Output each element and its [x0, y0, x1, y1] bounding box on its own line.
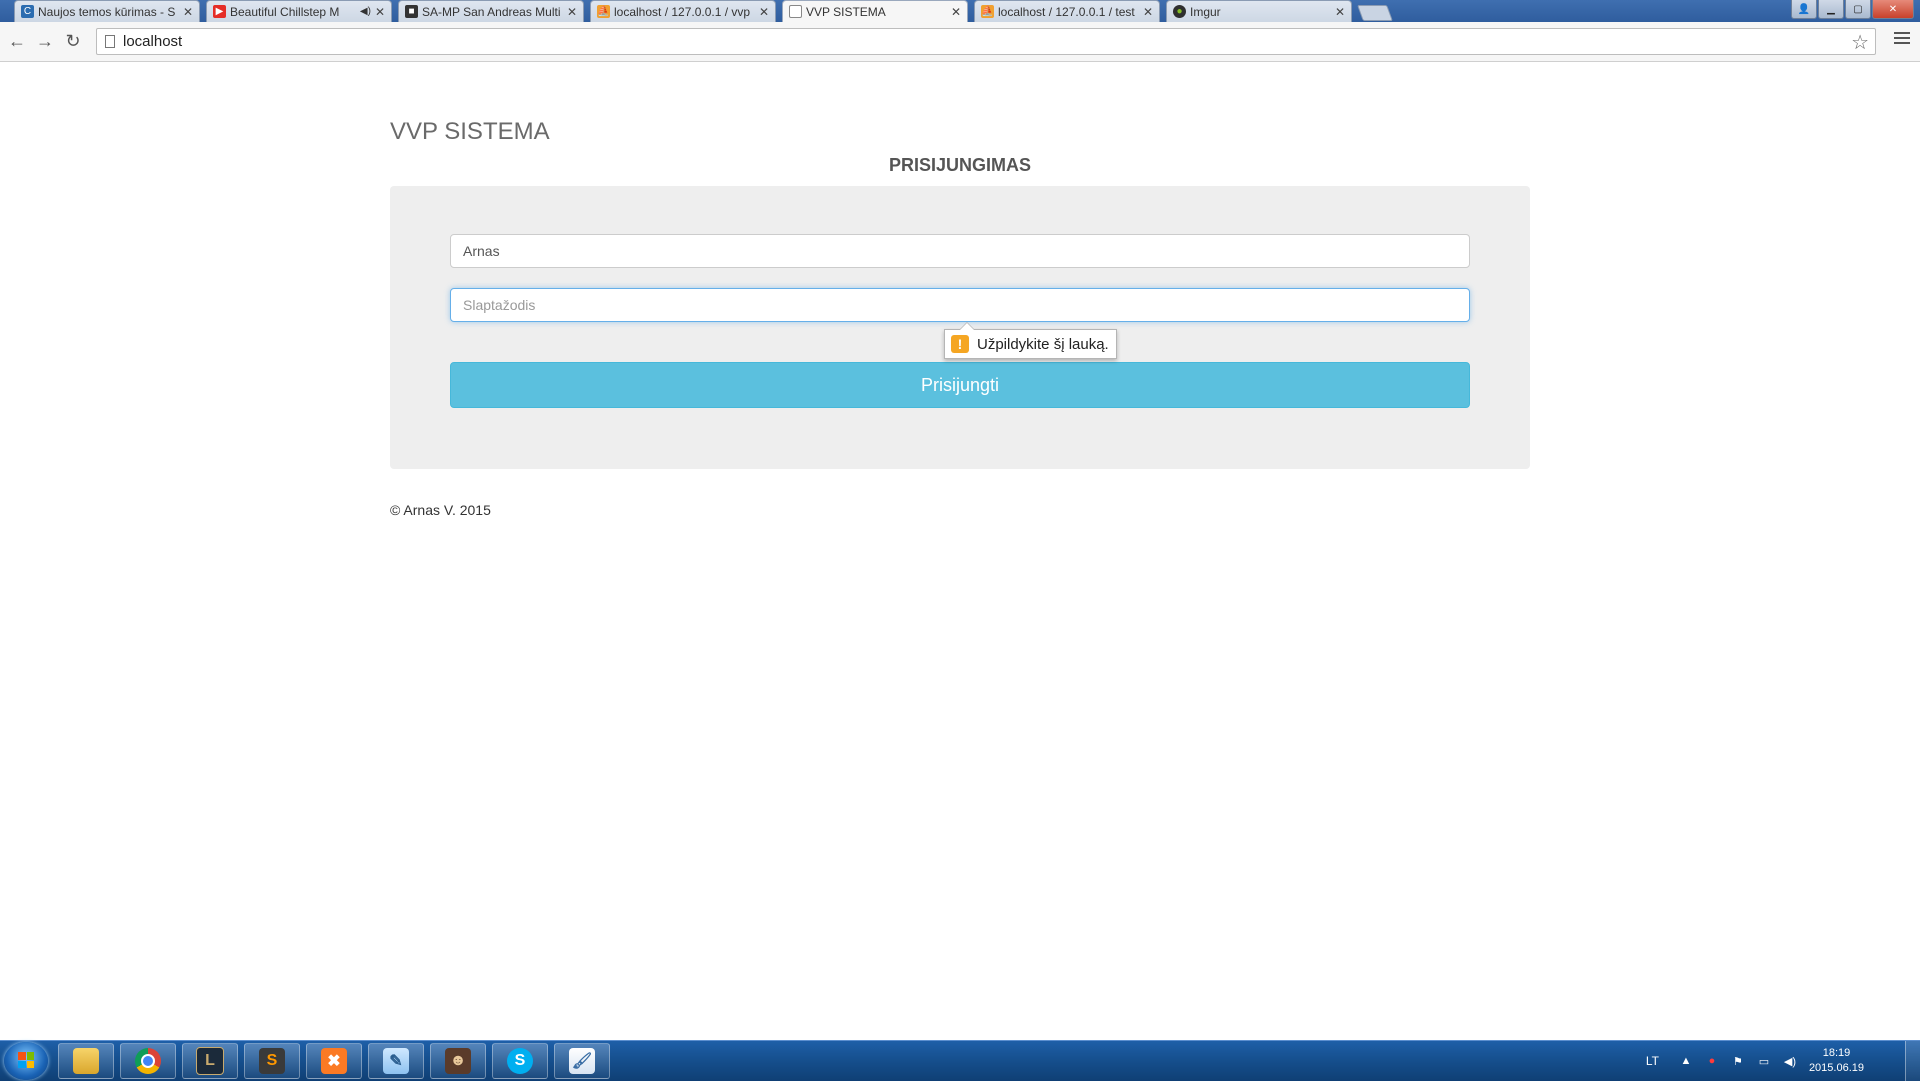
- login-panel: ! Užpildykite šį lauką. Prisijungti: [390, 186, 1530, 469]
- taskbar-paint[interactable]: 🖌: [554, 1043, 610, 1079]
- warning-icon: !: [951, 335, 969, 353]
- system-tray: LT ▲ ● ⚑ ▭ ◀) 18:19 2015.06.19: [1646, 1041, 1864, 1081]
- reload-icon[interactable]: ↻: [62, 30, 84, 52]
- username-input[interactable]: [450, 234, 1470, 268]
- maximize-button[interactable]: ▢: [1845, 0, 1871, 19]
- footer-copyright: © Arnas V. 2015: [390, 502, 491, 518]
- profile-icon[interactable]: 👤: [1791, 0, 1817, 19]
- tab-title: localhost / 127.0.0.1 / test: [998, 4, 1135, 19]
- tab-beautiful-chillstep[interactable]: ▶ Beautiful Chillstep M ◀) ✕: [206, 0, 392, 22]
- new-tab-button[interactable]: [1357, 5, 1393, 21]
- browser-toolbar: ← → ↻ localhost ☆: [0, 22, 1920, 62]
- close-window-button[interactable]: ✕: [1872, 0, 1914, 19]
- close-tab-icon[interactable]: ✕: [567, 5, 577, 19]
- taskbar-samp-game[interactable]: ☻: [430, 1043, 486, 1079]
- page-icon: [105, 35, 115, 48]
- folder-icon: [73, 1048, 99, 1074]
- windows-logo-icon: [18, 1052, 34, 1068]
- close-tab-icon[interactable]: ✕: [1143, 5, 1153, 19]
- tab-phpmyadmin-vvp[interactable]: ⛵ localhost / 127.0.0.1 / vvp ✕: [590, 0, 776, 22]
- tab-title: Imgur: [1190, 4, 1221, 19]
- taskbar-skype[interactable]: S: [492, 1043, 548, 1079]
- samp-game-icon: ☻: [445, 1048, 471, 1074]
- xampp-icon: ✖: [321, 1048, 347, 1074]
- network-icon[interactable]: ▭: [1757, 1055, 1771, 1068]
- validation-tooltip: ! Užpildykite šį lauką.: [944, 322, 1117, 359]
- validation-message: Užpildykite šį lauką.: [977, 335, 1109, 353]
- taskbar-xampp[interactable]: ✖: [306, 1043, 362, 1079]
- taskbar-sublime-text[interactable]: S: [244, 1043, 300, 1079]
- action-center-flag-icon[interactable]: ⚑: [1731, 1055, 1745, 1068]
- password-input[interactable]: [450, 288, 1470, 322]
- league-of-legends-icon: L: [196, 1047, 224, 1075]
- windows-taskbar: L S ✖ ✎ ☻ S 🖌 LT ▲ ● ⚑ ▭ ◀) 18:19 2015.0…: [0, 1040, 1920, 1081]
- tab-imgur[interactable]: ● Imgur ✕: [1166, 0, 1352, 22]
- language-indicator[interactable]: LT: [1646, 1054, 1659, 1068]
- close-tab-icon[interactable]: ✕: [375, 5, 385, 19]
- taskbar-league-of-legends[interactable]: L: [182, 1043, 238, 1079]
- start-button[interactable]: [4, 1042, 48, 1080]
- close-tab-icon[interactable]: ✕: [759, 5, 769, 19]
- clock-date: 2015.06.19: [1808, 1062, 1864, 1074]
- tab-title: localhost / 127.0.0.1 / vvp: [614, 4, 751, 19]
- c-icon: C: [21, 5, 34, 18]
- volume-icon[interactable]: ◀): [1783, 1055, 1797, 1068]
- close-tab-icon[interactable]: ✕: [1335, 5, 1345, 19]
- show-hidden-icons-icon[interactable]: ▲: [1679, 1055, 1693, 1067]
- tab-phpmyadmin-test[interactable]: ⛵ localhost / 127.0.0.1 / test ✕: [974, 0, 1160, 22]
- youtube-icon: ▶: [213, 5, 226, 18]
- tab-title: SA-MP San Andreas Multi: [422, 4, 561, 19]
- chrome-icon: [135, 1048, 161, 1074]
- notepad-icon: ✎: [383, 1048, 409, 1074]
- show-desktop-button[interactable]: [1905, 1041, 1920, 1081]
- bookmark-star-icon[interactable]: ☆: [1851, 30, 1869, 55]
- chrome-menu-icon[interactable]: [1894, 32, 1910, 47]
- address-bar[interactable]: localhost ☆: [96, 28, 1876, 55]
- samp-icon: ■: [405, 5, 418, 18]
- browser-tab-strip: C Naujos temos kūrimas - S ✕ ▶ Beautiful…: [0, 0, 1920, 22]
- imgur-icon: ●: [1173, 5, 1186, 18]
- tab-vvp-sistema[interactable]: VVP SISTEMA ✕: [782, 0, 968, 22]
- close-tab-icon[interactable]: ✕: [951, 5, 961, 19]
- antivirus-icon[interactable]: ●: [1705, 1055, 1719, 1067]
- address-url[interactable]: localhost: [123, 33, 182, 50]
- tab-title: VVP SISTEMA: [806, 4, 886, 19]
- window-controls: 👤 ▁ ▢ ✕: [1791, 0, 1914, 19]
- pma-icon: ⛵: [981, 5, 994, 18]
- pma-icon: ⛵: [597, 5, 610, 18]
- tab-title: Beautiful Chillstep M: [230, 4, 340, 19]
- forward-arrow-icon[interactable]: →: [34, 30, 56, 52]
- taskbar-chrome[interactable]: [120, 1043, 176, 1079]
- paint-icon: 🖌: [569, 1048, 595, 1074]
- login-button[interactable]: Prisijungti: [450, 362, 1470, 408]
- page-title: VVP SISTEMA: [390, 118, 550, 145]
- close-tab-icon[interactable]: ✕: [183, 5, 193, 19]
- back-arrow-icon[interactable]: ←: [6, 30, 28, 52]
- page-icon: [789, 5, 802, 18]
- taskbar-notepad[interactable]: ✎: [368, 1043, 424, 1079]
- tab-samp[interactable]: ■ SA-MP San Andreas Multi ✕: [398, 0, 584, 22]
- sublime-text-icon: S: [259, 1048, 285, 1074]
- minimize-button[interactable]: ▁: [1818, 0, 1844, 19]
- taskbar-explorer[interactable]: [58, 1043, 114, 1079]
- tab-title: Naujos temos kūrimas - S: [38, 4, 176, 19]
- skype-icon: S: [507, 1048, 533, 1074]
- clock[interactable]: 18:19 2015.06.19: [1809, 1046, 1864, 1076]
- tab-naujos-temos[interactable]: C Naujos temos kūrimas - S ✕: [14, 0, 200, 22]
- clock-time: 18:19: [1822, 1047, 1851, 1059]
- audio-playing-icon[interactable]: ◀): [360, 6, 371, 17]
- login-heading: PRISIJUNGIMAS: [888, 155, 1032, 175]
